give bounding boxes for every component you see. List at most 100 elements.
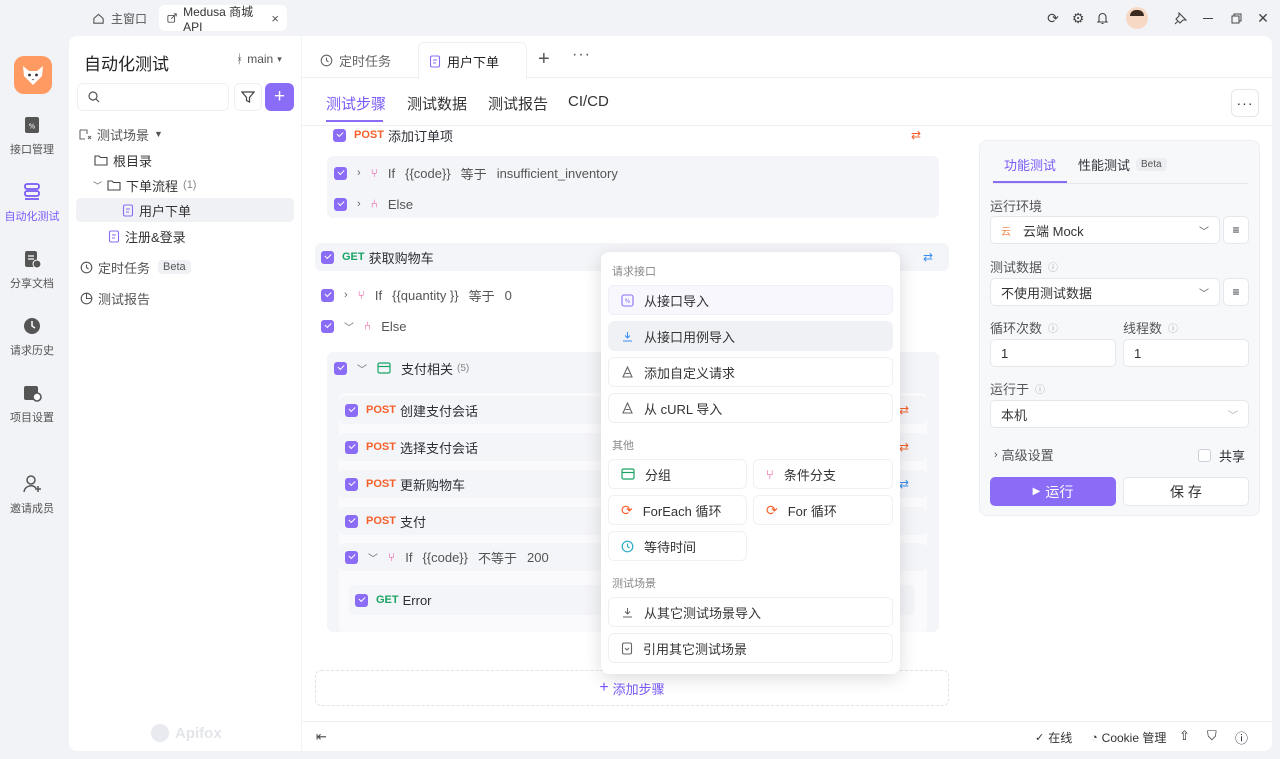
rail-item-history[interactable]: 请求历史 [0, 315, 64, 358]
rail-item-api[interactable]: % 接口管理 [0, 114, 64, 157]
checkbox[interactable] [345, 550, 358, 564]
tree-item-order-flow[interactable]: ﹀ 下单流程 (1) [93, 173, 196, 197]
menu-item-foreach[interactable]: ⟳ ForEach 循环 [608, 495, 747, 525]
refresh-icon[interactable]: ⟳ [1043, 8, 1063, 28]
env-select[interactable]: 云 云端 Mock ﹀ [990, 216, 1220, 244]
tree-item-scheduled[interactable]: 定时任务 Beta [80, 255, 191, 279]
upload-icon[interactable]: ⇧ [1179, 728, 1190, 744]
menu-item-for-loop[interactable]: ⟳ For 循环 [753, 495, 893, 525]
checkbox[interactable] [321, 250, 334, 264]
close-window-icon[interactable]: ✕ [1253, 8, 1273, 28]
shirt-icon[interactable]: ⛉ [1207, 728, 1217, 744]
more-icon[interactable]: ··· [572, 46, 591, 64]
checkbox-empty[interactable] [1198, 449, 1211, 462]
data-manage-button[interactable]: ≡ [1223, 278, 1249, 306]
menu-item-condition[interactable]: ⑂ 条件分支 [753, 459, 893, 489]
search-input[interactable] [77, 83, 229, 111]
menu-item-import-scenario[interactable]: 从其它测试场景导入 [608, 597, 893, 627]
runon-select[interactable]: 本机 ﹀ [990, 400, 1249, 428]
menu-item-reference-scenario[interactable]: 引用其它测试场景 [608, 633, 893, 663]
add-step-button[interactable]: + 添加步骤 [315, 670, 949, 706]
checkbox[interactable] [355, 593, 368, 607]
search-field[interactable] [106, 89, 226, 105]
env-manage-button[interactable]: ≡ [1223, 216, 1249, 244]
run-button[interactable]: ▶ 运行 [990, 477, 1116, 506]
chevron-right-icon[interactable]: › [344, 289, 348, 301]
link-case-icon[interactable]: ⇄ [899, 403, 909, 417]
checkbox[interactable] [345, 440, 358, 454]
new-tab-button[interactable]: + [538, 48, 550, 71]
share-checkbox[interactable]: 共享 [1198, 446, 1245, 465]
link-case-icon[interactable]: ⇄ [923, 250, 933, 264]
filter-button[interactable] [234, 83, 262, 111]
menu-item-group[interactable]: 分组 [608, 459, 747, 489]
online-status[interactable]: ✓ 在线 [1035, 729, 1072, 746]
thread-count-input[interactable]: 1 [1123, 339, 1249, 367]
window-tab-project[interactable]: Medusa 商城 API × [159, 5, 287, 34]
chevron-down-icon[interactable]: ﹀ [368, 550, 378, 565]
tree-item-user-order[interactable]: 用户下单 [76, 198, 294, 222]
checkbox[interactable] [321, 288, 334, 302]
menu-item-import-case[interactable]: 从接口用例导入 [608, 321, 893, 351]
tab-user-order[interactable]: 用户下单 [418, 42, 527, 79]
step-else-2[interactable]: ﹀ ⑃ Else [321, 315, 407, 337]
advanced-settings-toggle[interactable]: › 高级设置 [994, 445, 1054, 464]
link-case-icon[interactable]: ⇄ [899, 477, 909, 491]
restore-icon[interactable] [1226, 8, 1246, 28]
rail-item-settings[interactable]: 项目设置 [0, 382, 64, 425]
checkbox[interactable] [321, 319, 334, 333]
menu-item-wait[interactable]: 等待时间 [608, 531, 747, 561]
step-if-code[interactable]: › ⑂ If {{code}} 等于 insufficient_inventor… [334, 162, 618, 184]
checkbox[interactable] [334, 361, 347, 375]
step-group-payment[interactable]: ﹀ 支付相关 (5) [334, 357, 469, 379]
loop-count-input[interactable]: 1 [990, 339, 1116, 367]
bell-icon[interactable] [1092, 8, 1112, 28]
checkbox[interactable] [334, 166, 347, 180]
pin-icon[interactable] [1170, 8, 1190, 28]
tree-item-register-login[interactable]: 注册&登录 [108, 224, 186, 248]
rail-item-autotest[interactable]: 自动化测试 [0, 181, 64, 224]
menu-item-import-api[interactable]: % 从接口导入 [608, 285, 893, 315]
tree-item-scenarios[interactable]: 测试场景 ▼ [79, 122, 163, 146]
tree-item-reports[interactable]: 测试报告 [80, 286, 150, 310]
chevron-right-icon[interactable]: › [357, 167, 361, 179]
branch-selector[interactable]: ᚼ main ▾ [236, 52, 282, 66]
rail-item-invite[interactable]: 邀请成员 [0, 473, 64, 516]
step-else[interactable]: › ⑃ Else [334, 193, 413, 215]
collapse-sidebar-icon[interactable]: ⇤ [316, 729, 327, 745]
minimize-icon[interactable] [1198, 8, 1218, 28]
menu-item-custom-request[interactable]: 添加自定义请求 [608, 357, 893, 387]
close-icon[interactable]: × [271, 11, 279, 26]
add-button[interactable]: + [265, 83, 294, 111]
chevron-down-icon[interactable]: ﹀ [357, 361, 367, 376]
tab-scheduled[interactable]: 定时任务 [312, 44, 399, 76]
help-icon[interactable]: ⓘ [1235, 728, 1248, 747]
link-case-icon[interactable]: ⇄ [899, 440, 909, 454]
chevron-right-icon[interactable]: › [357, 198, 361, 210]
tab-functional-test[interactable]: 功能测试 [1004, 155, 1056, 174]
chevron-down-icon[interactable]: ﹀ [344, 319, 354, 334]
checkbox[interactable] [334, 197, 347, 211]
tab-test-data[interactable]: 测试数据 [407, 93, 467, 114]
tab-test-steps[interactable]: 测试步骤 [326, 93, 386, 114]
tab-test-report[interactable]: 测试报告 [488, 93, 548, 114]
gear-icon[interactable]: ⚙ [1068, 8, 1088, 28]
cookie-manager[interactable]: ◔ Cookie 管理 [1091, 729, 1166, 746]
test-data-select[interactable]: 不使用测试数据 ﹀ [990, 278, 1220, 306]
checkbox[interactable] [345, 403, 358, 417]
menu-item-curl[interactable]: 从 cURL 导入 [608, 393, 893, 423]
more-options-button[interactable]: ··· [1231, 89, 1259, 117]
checkbox[interactable] [333, 128, 346, 142]
checkbox[interactable] [345, 477, 358, 491]
save-button[interactable]: 保 存 [1123, 477, 1249, 506]
step-if-quantity[interactable]: › ⑂ If {{quantity }} 等于 0 [321, 284, 512, 306]
window-tab-home[interactable]: 主窗口 [84, 5, 155, 31]
avatar[interactable] [1126, 7, 1148, 29]
link-case-icon[interactable]: ⇄ [911, 128, 921, 142]
step-post-add-item[interactable]: POST 添加订单项 ⇄ [323, 124, 948, 146]
tree-item-root[interactable]: 根目录 [94, 148, 152, 172]
tab-cicd[interactable]: CI/CD [568, 93, 609, 110]
rail-item-share[interactable]: 分享文档 [0, 248, 64, 291]
checkbox[interactable] [345, 514, 358, 528]
tab-performance-test[interactable]: 性能测试 Beta [1078, 155, 1167, 174]
